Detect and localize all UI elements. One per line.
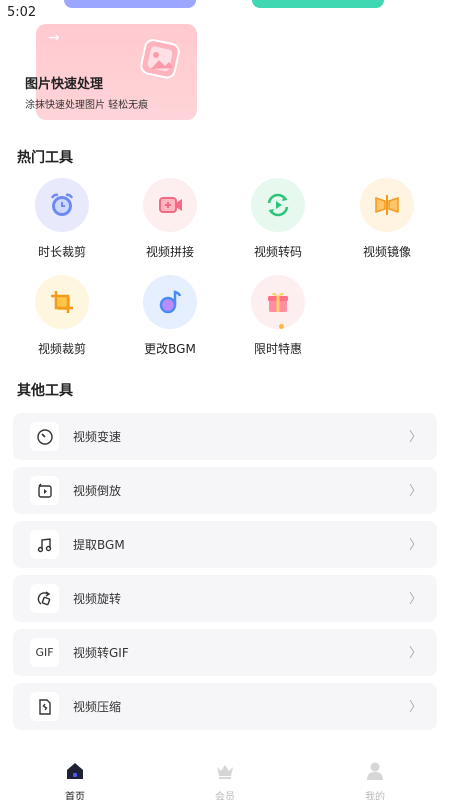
nav-mine[interactable]: 我的 [345,762,405,800]
reverse-play-icon [30,476,59,505]
tool-label: 视频镜像 [362,245,411,259]
tool-icon-bg [35,178,89,232]
tool-icon-bg [143,178,197,232]
tool-label: 视频转码 [253,245,302,259]
other-tools-title: 其他工具 [17,383,73,399]
list-item-video-compress[interactable]: 视频压缩 〉 [13,683,437,730]
refresh-play-icon [267,193,289,217]
nav-label: 我的 [365,792,385,800]
music-note-icon [30,530,59,559]
chevron-right-icon: 〉 [408,700,422,715]
arrow-icon: → [48,30,60,46]
list-label: 视频倒放 [73,484,122,498]
crop-icon [51,291,73,313]
speed-gauge-icon [30,422,59,451]
tool-icon-bg [360,178,414,232]
tool-video-transcode[interactable]: 视频转码 [233,178,323,260]
alarm-clock-icon [50,193,74,216]
list-item-extract-bgm[interactable]: 提取BGM 〉 [13,521,437,568]
chevron-right-icon: 〉 [408,538,422,553]
list-item-video-rotate[interactable]: 视频旋转 〉 [13,575,437,622]
crown-icon [217,765,233,779]
tool-icon-bg [251,178,305,232]
status-time: 5:02 [7,5,37,20]
tool-label: 更改BGM [144,342,196,356]
nav-label: 首页 [65,792,85,800]
image-icon [140,39,180,79]
feature-card-partial[interactable] [252,0,384,8]
list-label: 视频旋转 [73,592,122,606]
tool-label: 视频裁剪 [37,342,86,356]
promo-subtitle: 涂抹快速处理图片 轻松无痕 [25,100,149,111]
chevron-right-icon: 〉 [408,484,422,499]
tool-icon-bg [35,275,89,329]
nav-membership[interactable]: 会员 [195,762,255,800]
list-item-video-reverse[interactable]: 视频倒放 〉 [13,467,437,514]
tool-label: 视频拼接 [145,245,194,259]
mirror-icon [375,195,399,215]
list-label: 视频转GIF [73,646,129,660]
tool-video-crop[interactable]: 视频裁剪 [17,275,107,357]
notification-dot [279,324,284,329]
tool-video-mirror[interactable]: 视频镜像 [342,178,432,260]
tool-label: 时长裁剪 [37,245,86,259]
chevron-right-icon: 〉 [408,430,422,445]
tool-label: 限时特惠 [253,342,302,356]
tool-limited-offer[interactable]: 限时特惠 [233,275,323,357]
tool-video-merge[interactable]: 视频拼接 [125,178,215,260]
list-item-video-to-gif[interactable]: GIF 视频转GIF 〉 [13,629,437,676]
chevron-right-icon: 〉 [408,646,422,661]
list-label: 视频压缩 [73,700,122,714]
gif-icon: GIF [30,638,59,667]
nav-label: 会员 [215,792,235,800]
tool-change-bgm[interactable]: 更改BGM [125,275,215,357]
bottom-navigation: 首页 会员 我的 [0,750,450,800]
gift-icon [268,292,288,312]
rotate-icon [30,584,59,613]
feature-card-partial[interactable] [64,0,196,8]
compress-file-icon [30,692,59,721]
user-icon [367,762,383,780]
promo-title: 图片快速处理 [25,77,104,92]
video-camera-plus-icon [159,197,182,213]
nav-home[interactable]: 首页 [45,762,105,800]
hot-tools-title: 热门工具 [17,150,73,166]
chevron-right-icon: 〉 [408,592,422,607]
music-note-icon [159,290,182,314]
list-label: 提取BGM [73,538,125,552]
list-label: 视频变速 [73,430,122,444]
home-icon [67,763,83,779]
tool-icon-bg [251,275,305,329]
list-item-video-speed[interactable]: 视频变速 〉 [13,413,437,460]
tool-icon-bg [143,275,197,329]
tool-duration-trim[interactable]: 时长裁剪 [17,178,107,260]
